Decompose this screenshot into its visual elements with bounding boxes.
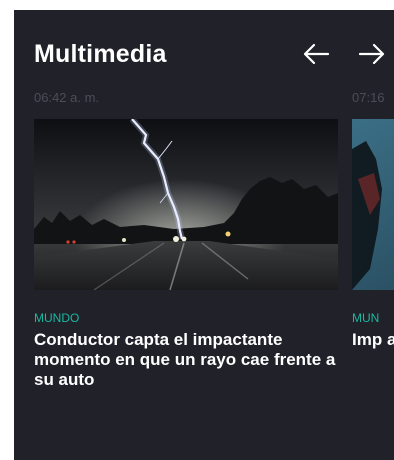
next-button[interactable] [354,36,390,72]
multimedia-widget: Multimedia 06:42 a. m. MUNDO Conductor c… [14,10,394,460]
arrow-right-icon [358,43,385,65]
card-section[interactable]: MUN [352,311,379,325]
previous-button[interactable] [298,36,334,72]
card-thumbnail[interactable] [34,119,338,290]
card-headline[interactable]: Conductor capta el impactante momento en… [34,330,338,390]
card-headline[interactable]: Imp a ur sus [352,330,394,350]
card-section[interactable]: MUNDO [34,311,79,325]
card-thumbnail[interactable] [352,119,394,290]
partial-photo-image [352,119,394,290]
carousel-track: 06:42 a. m. MUNDO Conductor capta el imp… [34,90,394,420]
card-time: 06:42 a. m. [34,90,100,105]
widget-title: Multimedia [34,40,167,68]
lightning-road-image [34,119,338,290]
arrow-left-icon [303,43,330,65]
card-time: 07:16 [352,90,385,105]
